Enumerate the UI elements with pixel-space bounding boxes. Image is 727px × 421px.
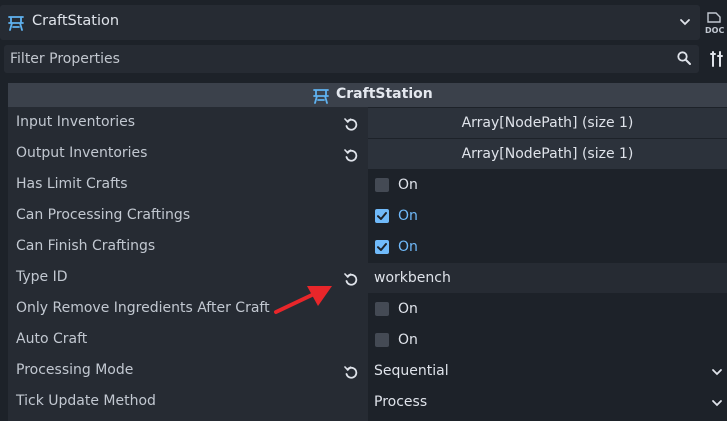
array-editor-button[interactable]: Array[NodePath] (size 1)	[368, 139, 727, 169]
revert-icon[interactable]	[344, 148, 358, 162]
tick-update-method-dropdown[interactable]: Process	[374, 394, 427, 410]
processing-mode-dropdown[interactable]: Sequential	[374, 363, 449, 379]
property-label: Has Limit Crafts	[16, 176, 128, 192]
revert-icon[interactable]	[344, 117, 358, 131]
node-name: CraftStation	[32, 13, 120, 29]
checkbox-label[interactable]: On	[398, 208, 418, 224]
checkbox-checked[interactable]	[375, 209, 389, 223]
property-label: Can Processing Craftings	[16, 207, 191, 223]
chevron-down-icon[interactable]	[711, 397, 723, 409]
checkbox[interactable]	[375, 333, 389, 347]
search-icon[interactable]	[677, 51, 691, 65]
revert-icon[interactable]	[344, 272, 358, 286]
tools-icon[interactable]	[709, 51, 725, 67]
type-id-value[interactable]: workbench	[374, 270, 451, 286]
property-label: Only Remove Ingredients After Craft	[16, 300, 270, 316]
doc-icon[interactable]: DOC	[704, 12, 726, 36]
property-label: Type ID	[16, 269, 68, 285]
checkbox[interactable]	[375, 302, 389, 316]
craftstation-section-icon	[313, 89, 329, 104]
chevron-down-icon[interactable]	[679, 16, 691, 28]
craftstation-node-icon	[8, 16, 24, 31]
filter-properties-input[interactable]	[10, 49, 650, 69]
checkbox-label[interactable]: On	[398, 239, 418, 255]
chevron-down-icon[interactable]	[711, 366, 723, 378]
section-title: CraftStation	[336, 86, 433, 102]
property-label: Processing Mode	[16, 362, 134, 378]
property-label: Can Finish Craftings	[16, 238, 156, 254]
property-label: Input Inventories	[16, 114, 136, 130]
property-label: Output Inventories	[16, 145, 148, 161]
property-label: Tick Update Method	[16, 393, 156, 409]
checkbox-label[interactable]: On	[398, 301, 418, 317]
property-label: Auto Craft	[16, 331, 88, 347]
checkbox-label[interactable]: On	[398, 177, 418, 193]
annotation-arrow	[274, 286, 332, 314]
array-editor-button[interactable]: Array[NodePath] (size 1)	[368, 108, 727, 138]
checkbox-label[interactable]: On	[398, 332, 418, 348]
doc-label: DOC	[705, 26, 724, 35]
checkbox[interactable]	[375, 178, 389, 192]
revert-icon[interactable]	[344, 365, 358, 379]
checkbox-checked[interactable]	[375, 240, 389, 254]
